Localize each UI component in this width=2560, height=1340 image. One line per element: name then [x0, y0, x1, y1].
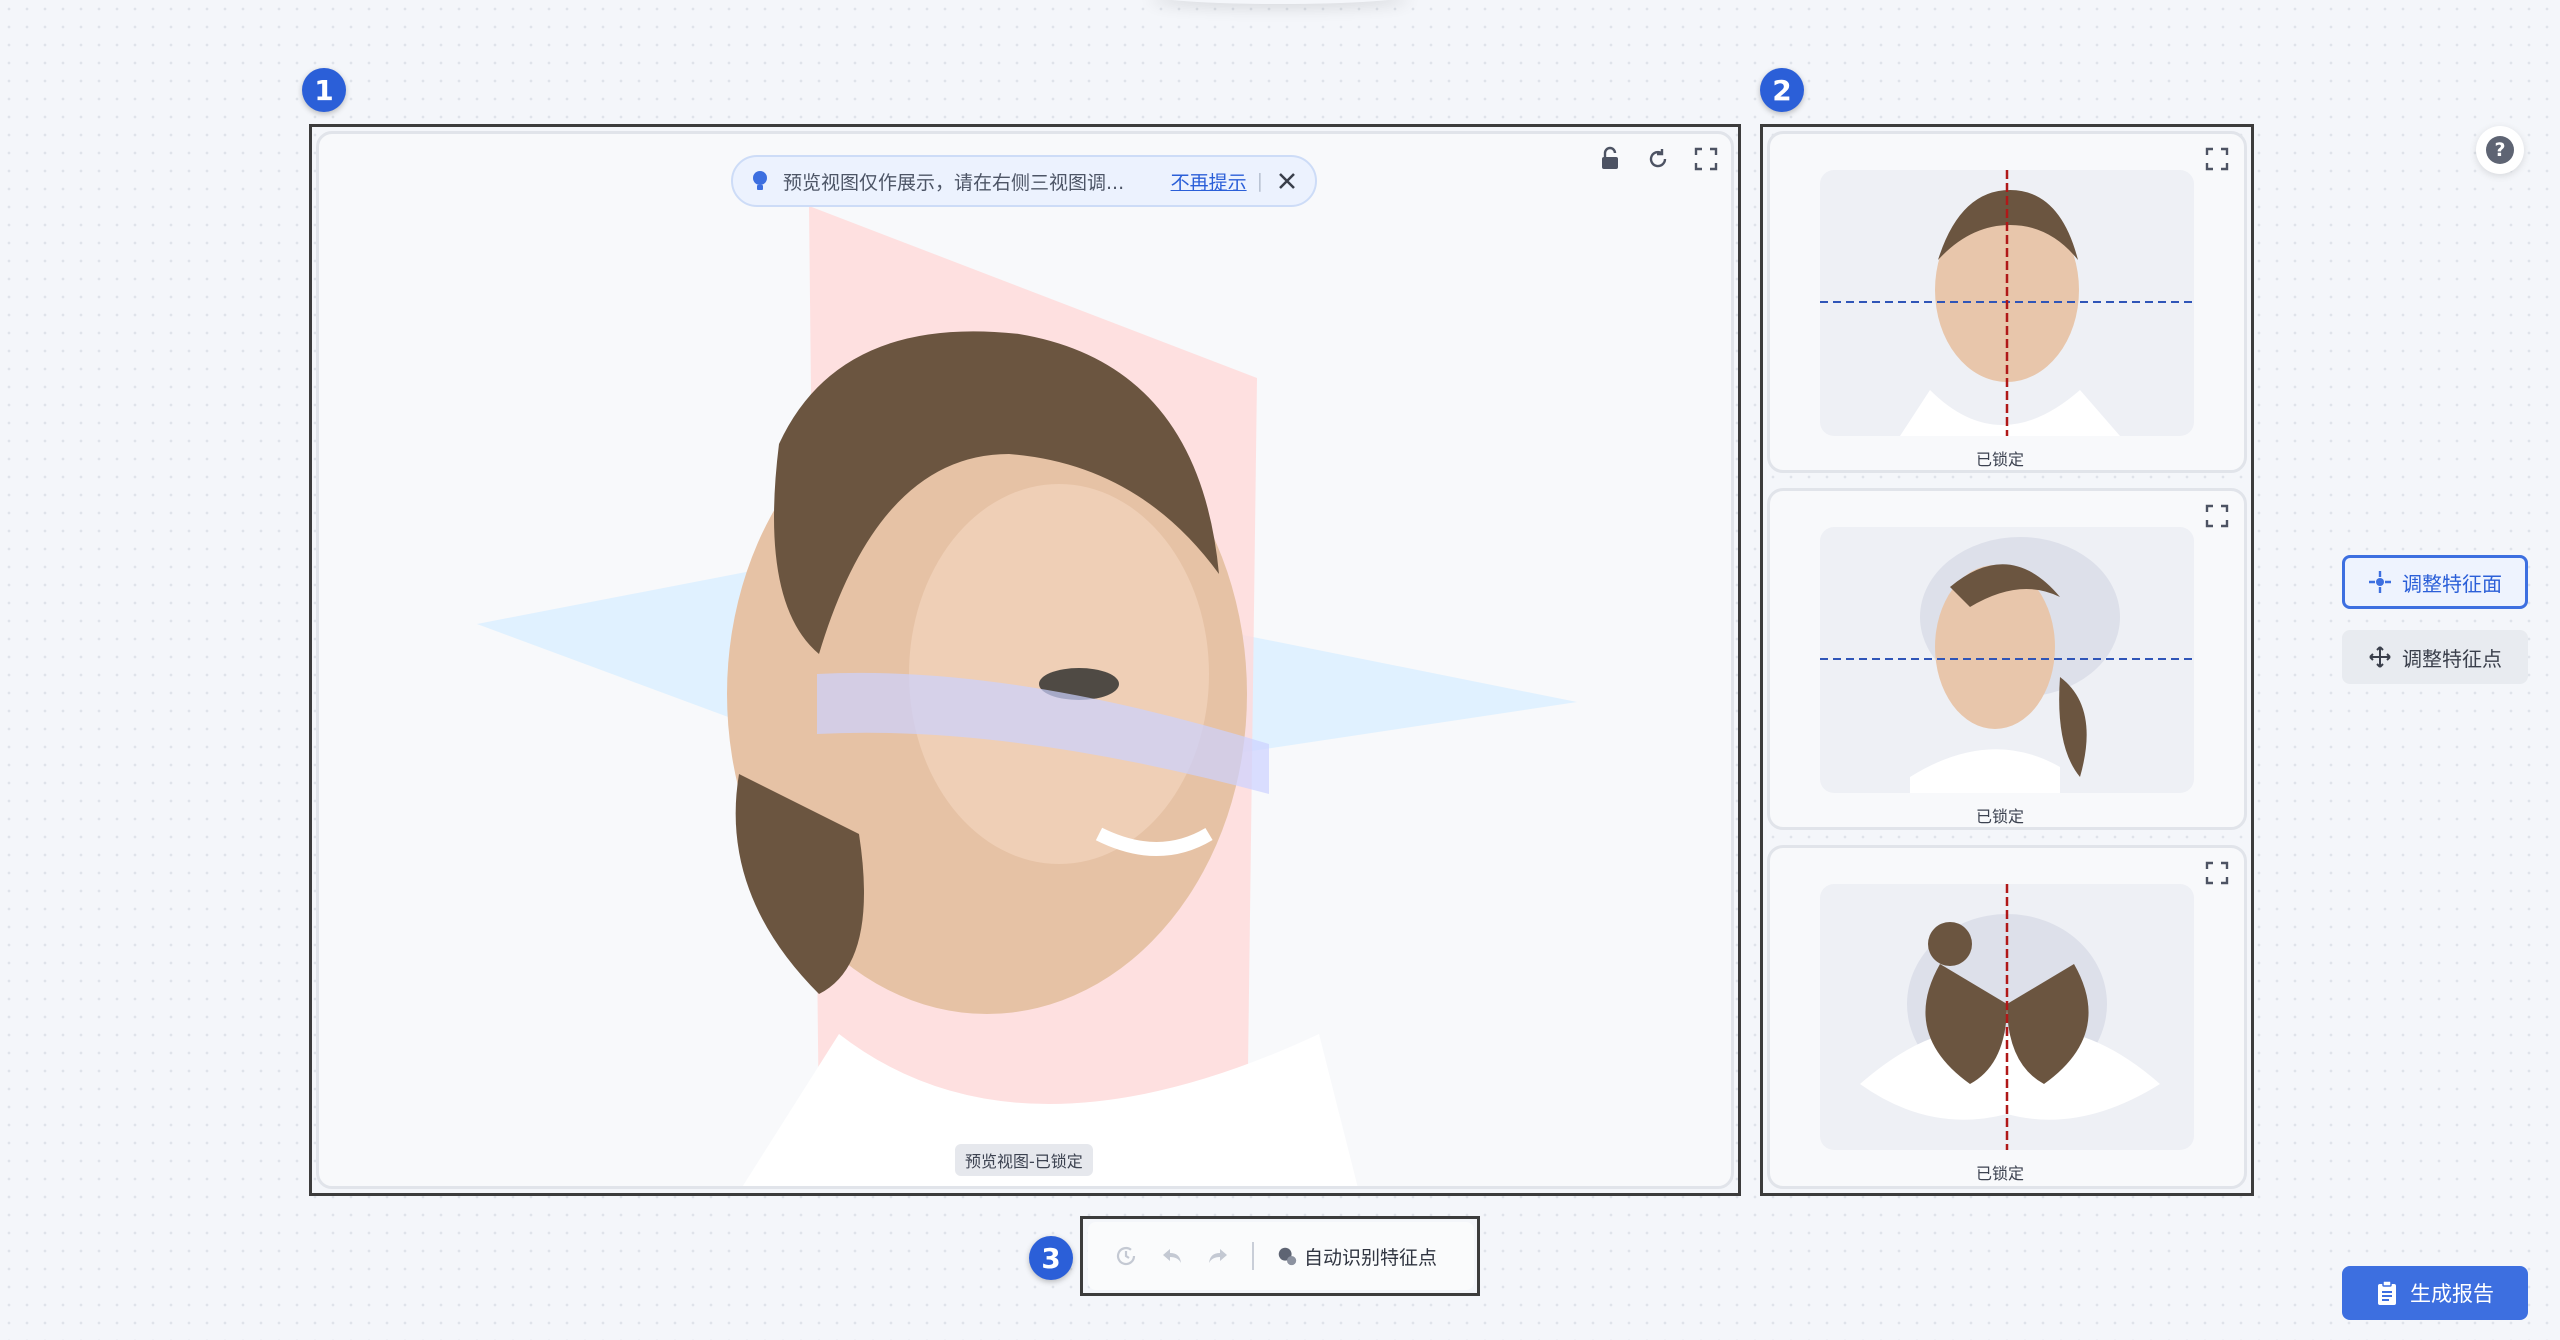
top-shadow: [1150, 0, 1410, 4]
side-view-caption: 已锁定: [1976, 807, 2025, 826]
help-button[interactable]: ?: [2476, 126, 2524, 174]
expand-icon[interactable]: [1693, 146, 1719, 172]
crosshair-icon: [2369, 571, 2391, 593]
front-view-image[interactable]: [1820, 170, 2194, 436]
report-icon: [2378, 1280, 2396, 1305]
bottom-toolbar: 自动识别特征点: [1088, 1222, 1474, 1290]
badge-1: 1: [302, 68, 346, 112]
tip-separator: |: [1256, 170, 1263, 192]
lock-icon[interactable]: [1597, 146, 1623, 172]
dismiss-tip-link[interactable]: 不再提示: [1171, 168, 1247, 195]
preview-tools: [1597, 146, 1719, 172]
preview-tip-banner: 预览视图仅作展示，请在右侧三视图调... 不再提示 |: [731, 155, 1317, 207]
help-icon: ?: [2486, 136, 2514, 164]
toolbar-divider: [1252, 1242, 1254, 1270]
undo-icon[interactable]: [1160, 1244, 1184, 1268]
front-view-caption: 已锁定: [1976, 450, 2025, 469]
preview-caption: 预览视图-已锁定: [955, 1144, 1093, 1176]
move-icon: [2369, 646, 2391, 668]
front-view-card[interactable]: 已锁定: [1767, 131, 2247, 473]
close-icon[interactable]: [1277, 171, 1297, 191]
expand-icon[interactable]: [2204, 146, 2230, 172]
side-view-image[interactable]: [1820, 527, 2194, 793]
generate-report-label: 生成报告: [2410, 1282, 2494, 1306]
bulb-icon: [753, 171, 767, 190]
badge-2: 2: [1760, 68, 1804, 112]
auto-detect-button[interactable]: 自动识别特征点: [1276, 1243, 1437, 1270]
expand-icon[interactable]: [2204, 503, 2230, 529]
reset-icon[interactable]: [1645, 146, 1671, 172]
redo-icon[interactable]: [1206, 1244, 1230, 1268]
adjust-point-label: 调整特征点: [2402, 646, 2502, 671]
adjust-plane-label: 调整特征面: [2402, 571, 2502, 596]
top-view-caption: 已锁定: [1976, 1164, 2025, 1183]
side-view-card[interactable]: 已锁定: [1767, 488, 2247, 830]
history-icon[interactable]: [1114, 1244, 1138, 1268]
adjust-point-button[interactable]: 调整特征点: [2342, 630, 2528, 684]
tip-message: 预览视图仅作展示，请在右侧三视图调...: [783, 171, 1125, 194]
preview-3d-model[interactable]: [319, 134, 1734, 1189]
face-scan-icon: [1278, 1247, 1297, 1266]
generate-report-button[interactable]: 生成报告: [2342, 1266, 2528, 1320]
adjust-plane-button[interactable]: 调整特征面: [2342, 555, 2528, 609]
expand-icon[interactable]: [2204, 860, 2230, 886]
top-view-image[interactable]: [1820, 884, 2194, 1150]
auto-detect-label: 自动识别特征点: [1304, 1246, 1438, 1269]
top-view-card[interactable]: 已锁定: [1767, 845, 2247, 1189]
preview-viewport[interactable]: 预览视图仅作展示，请在右侧三视图调... 不再提示 | 预览视图-已锁定: [316, 131, 1734, 1189]
badge-3: 3: [1029, 1236, 1073, 1280]
